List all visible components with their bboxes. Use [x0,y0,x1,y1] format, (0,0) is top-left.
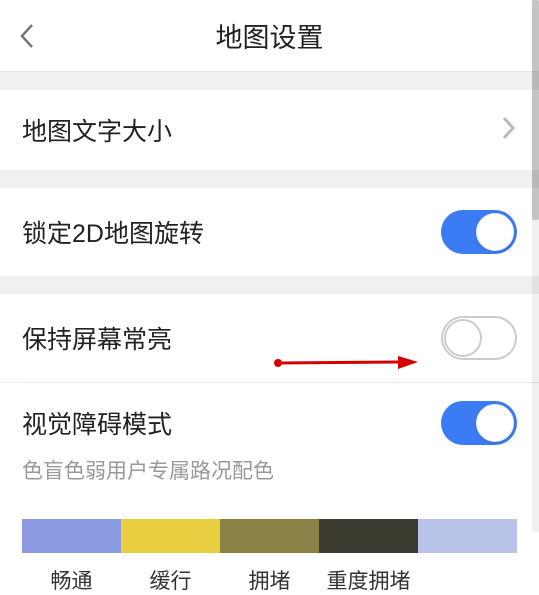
legend-labels: 畅通 缓行 拥堵 重度拥堵 [22,565,517,595]
row-label: 锁定2D地图旋转 [22,214,441,250]
toggle-knob [476,404,514,442]
toggle-knob [444,319,482,357]
back-button[interactable] [12,20,44,52]
row-label: 地图文字大小 [22,112,501,148]
legend-label-smooth: 畅通 [22,565,121,595]
legend-label-heavy: 重度拥堵 [319,565,418,595]
chevron-left-icon [18,22,38,50]
chevron-right-icon [501,115,517,146]
toggle-knob [476,213,514,251]
row-label: 视觉障碍模式 [22,405,441,441]
page-title: 地图设置 [0,16,539,55]
row-keep-screen-on: 保持屏幕常亮 [0,294,539,382]
toggle-visual-mode[interactable] [441,401,517,445]
toggle-keep-awake[interactable] [441,316,517,360]
legend-label-jam: 拥堵 [220,565,319,595]
legend-color-bar [22,519,517,553]
legend-label-slow: 缓行 [121,565,220,595]
row-lock-2d-rotation: 锁定2D地图旋转 [0,188,539,276]
scrollbar-thumb[interactable] [532,0,539,220]
row-label: 保持屏幕常亮 [22,320,441,356]
row-subtitle: 色盲色弱用户专属路况配色 [22,455,517,485]
traffic-legend: 畅通 缓行 拥堵 重度拥堵 [0,505,539,595]
scrollbar[interactable] [532,0,539,532]
legend-label-extra [418,565,517,595]
row-visual-impairment-mode: 视觉障碍模式 色盲色弱用户专属路况配色 [0,383,539,505]
toggle-lock-2d[interactable] [441,210,517,254]
row-map-text-size[interactable]: 地图文字大小 [0,90,539,170]
